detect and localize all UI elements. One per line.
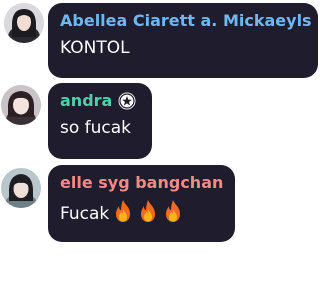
fire-icon xyxy=(137,199,159,229)
message-bubble: Abellea Ciarett a. Mickaeyls KONTOL xyxy=(48,3,318,78)
message-bubble: elle syg bangchan Fucak xyxy=(48,165,235,242)
fire-icon xyxy=(112,199,134,229)
message-text: so fucak xyxy=(60,118,132,138)
message-bubble: andra so fucak xyxy=(48,83,152,159)
chat-feed: Abellea Ciarett a. Mickaeyls KONTOL andr… xyxy=(0,0,320,294)
message-text: Fucak xyxy=(60,204,110,224)
message-text: KONTOL xyxy=(60,38,130,58)
avatar-icon[interactable] xyxy=(4,3,44,43)
message-content: Fucak xyxy=(60,199,223,229)
avatar-icon[interactable] xyxy=(1,168,41,208)
author-name[interactable]: andra xyxy=(60,91,112,111)
author-name[interactable]: elle syg bangchan xyxy=(60,173,223,193)
author-name[interactable]: Abellea Ciarett a. Mickaeyls xyxy=(60,11,312,31)
star-badge-icon xyxy=(118,92,136,110)
fire-icon xyxy=(162,199,184,229)
author-row: andra xyxy=(60,91,140,111)
avatar-icon[interactable] xyxy=(1,85,41,125)
